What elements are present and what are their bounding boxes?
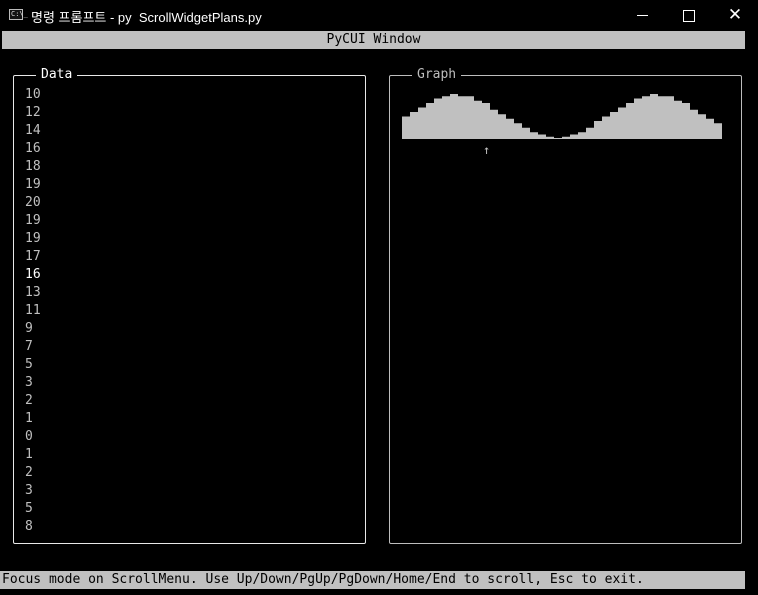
- data-list-item[interactable]: 1: [25, 446, 41, 464]
- data-list-item[interactable]: 5: [25, 356, 41, 374]
- data-list-item[interactable]: 17: [25, 248, 41, 266]
- window-title: 명령 프롬프트 - py ScrollWidgetPlans.py: [31, 10, 262, 25]
- graph-bar: [698, 114, 706, 139]
- data-list-item[interactable]: 3: [25, 482, 41, 500]
- graph-bar: [514, 123, 522, 139]
- graph-bar: [546, 136, 554, 139]
- data-list-item[interactable]: 0: [25, 428, 41, 446]
- close-button[interactable]: ✕: [712, 0, 758, 30]
- graph-bar: [418, 107, 426, 139]
- graph-bar: [458, 96, 466, 139]
- minimize-icon: [637, 15, 648, 16]
- data-list-item[interactable]: 14: [25, 122, 41, 140]
- graph-bar: [650, 94, 658, 139]
- graph-bar: [690, 109, 698, 139]
- status-bar: Focus mode on ScrollMenu. Use Up/Down/Pg…: [0, 571, 745, 589]
- data-list-item[interactable]: 16: [25, 266, 41, 284]
- title-bar[interactable]: C:\_ 명령 프롬프트 - py ScrollWidgetPlans.py ✕: [0, 0, 758, 30]
- graph-bar: [570, 134, 578, 139]
- data-list-item[interactable]: 19: [25, 212, 41, 230]
- graph-bar: [658, 96, 666, 139]
- cmd-icon-text: C:\_: [11, 10, 28, 18]
- data-panel-title: Data: [36, 67, 78, 83]
- graph-bar: [498, 114, 506, 139]
- graph-bar: [434, 98, 442, 139]
- graph-bar: [506, 118, 514, 139]
- graph-bar: [578, 132, 586, 139]
- terminal-window: C:\_ 명령 프롬프트 - py ScrollWidgetPlans.py ✕…: [0, 0, 758, 595]
- cmd-icon: C:\_: [9, 9, 28, 20]
- graph-bar: [562, 136, 570, 139]
- graph-bar: [594, 121, 602, 139]
- graph-bar: [666, 96, 674, 139]
- data-list-item[interactable]: 18: [25, 158, 41, 176]
- data-list-item[interactable]: 8: [25, 518, 41, 536]
- data-list-item[interactable]: 11: [25, 302, 41, 320]
- graph-bar: [602, 116, 610, 139]
- data-list-item[interactable]: 10: [25, 86, 41, 104]
- graph-bar: [538, 134, 546, 139]
- graph-bar: [610, 112, 618, 139]
- graph-bar: [466, 96, 474, 139]
- data-scroll-menu[interactable]: Data 10 12 14 16 18 19 20 19 19 17 16 13 11 9 7 5 3 2 1 0 1 2…: [13, 67, 366, 544]
- graph-plot: ↑: [402, 94, 722, 157]
- graph-bar: [530, 132, 538, 139]
- close-icon: ✕: [727, 5, 743, 24]
- data-list-item[interactable]: 5: [25, 500, 41, 518]
- graph-panel: Graph ↑: [389, 67, 742, 544]
- data-list-item[interactable]: 2: [25, 464, 41, 482]
- graph-bar: [410, 112, 418, 139]
- data-list-item[interactable]: 1: [25, 410, 41, 428]
- graph-bar: [634, 98, 642, 139]
- graph-bar: [706, 118, 714, 139]
- graph-marker: ↑: [483, 143, 490, 157]
- data-list-item[interactable]: 16: [25, 140, 41, 158]
- data-list[interactable]: 10 12 14 16 18 19 20 19 19 17 16 13 11 9 7 5 3 2 1 0 1 2 3 5 8: [25, 86, 41, 536]
- pycui-header: PyCUI Window: [2, 31, 745, 49]
- graph-bar: [402, 116, 410, 139]
- data-list-item[interactable]: 19: [25, 230, 41, 248]
- graph-bar: [618, 107, 626, 139]
- maximize-icon: [683, 10, 695, 22]
- graph-bar: [642, 96, 650, 139]
- data-list-item[interactable]: 7: [25, 338, 41, 356]
- graph-bar: [586, 127, 594, 139]
- data-list-item[interactable]: 2: [25, 392, 41, 410]
- graph-bar: [482, 103, 490, 139]
- graph-bar: [682, 103, 690, 139]
- data-list-item[interactable]: 3: [25, 374, 41, 392]
- graph-bar: [426, 103, 434, 139]
- graph-bar: [490, 109, 498, 139]
- graph-bar: [474, 100, 482, 139]
- data-list-item[interactable]: 19: [25, 176, 41, 194]
- data-list-item[interactable]: 12: [25, 104, 41, 122]
- maximize-button[interactable]: [665, 0, 711, 30]
- data-list-item[interactable]: 20: [25, 194, 41, 212]
- graph-bar: [522, 127, 530, 139]
- graph-bar: [674, 100, 682, 139]
- graph-bar: [554, 138, 562, 139]
- graph-bar: [714, 123, 722, 139]
- graph-bar: [450, 94, 458, 139]
- data-list-item[interactable]: 9: [25, 320, 41, 338]
- graph-bar: [442, 96, 450, 139]
- minimize-button[interactable]: [619, 0, 665, 30]
- data-list-item[interactable]: 13: [25, 284, 41, 302]
- graph-bar: [626, 103, 634, 139]
